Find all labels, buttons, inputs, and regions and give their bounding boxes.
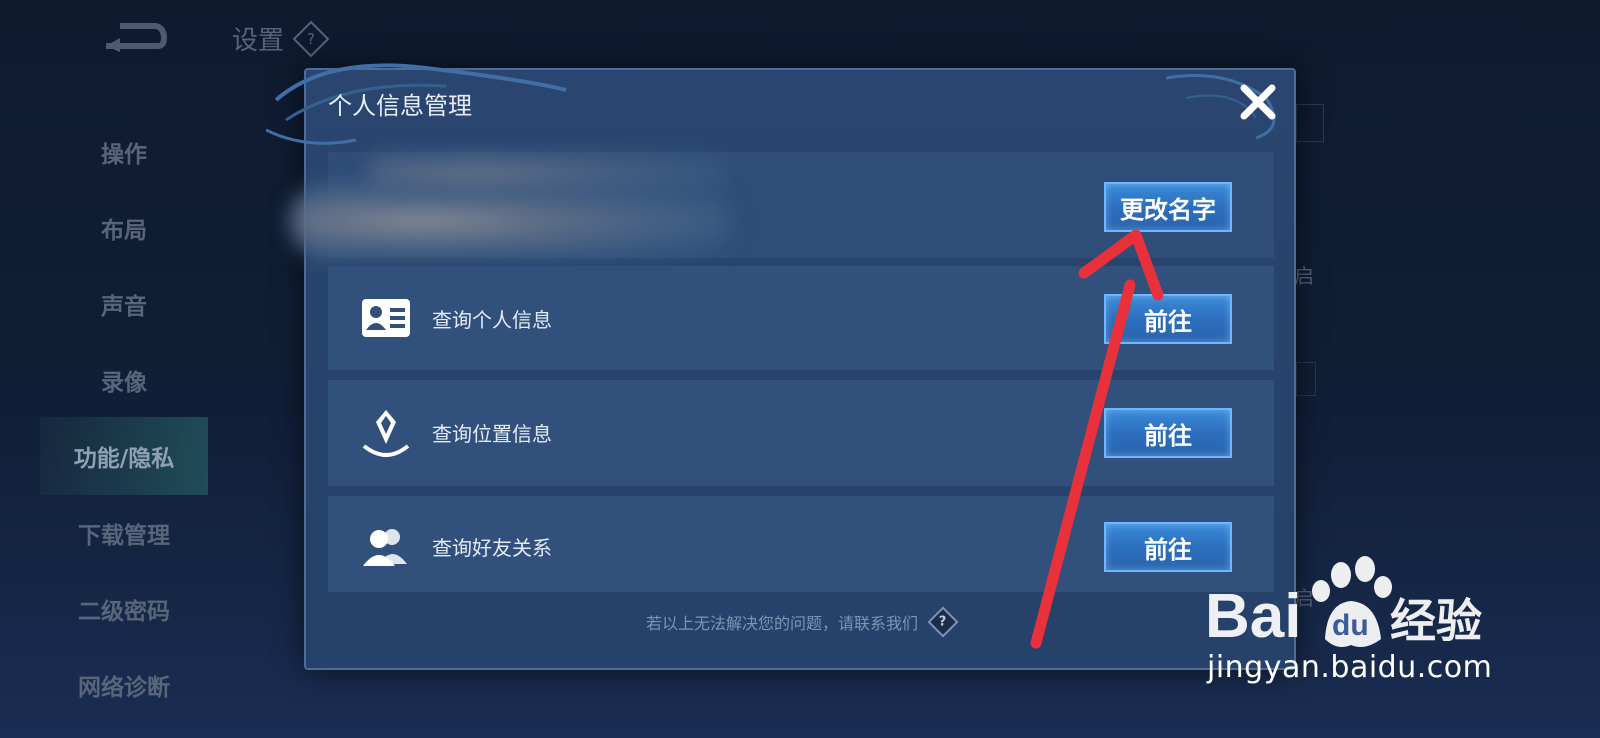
- blurred-player-name: [290, 184, 730, 258]
- settings-title: 设置 ?: [232, 20, 330, 57]
- query-personal-info-row: 查询个人信息 前往: [328, 266, 1274, 370]
- close-icon: [1240, 84, 1276, 120]
- blurred-player-name: [368, 152, 728, 194]
- query-friend-relation-row: 查询好友关系 前往: [328, 496, 1274, 592]
- svg-text:Bai: Bai: [1205, 582, 1301, 651]
- settings-sidebar: 操作 布局 声音 录像 功能/隐私 下载管理 二级密码 网络诊断: [40, 65, 208, 738]
- player-name-row: 更改名字: [290, 152, 1274, 258]
- help-icon[interactable]: ?: [292, 20, 330, 57]
- sidebar-item-network-diagnosis[interactable]: 网络诊断: [40, 655, 208, 715]
- row-label: 查询个人信息: [432, 308, 552, 332]
- dialog-title: 个人信息管理: [328, 92, 472, 120]
- location-pin-icon: [360, 406, 412, 460]
- sidebar-item-layout[interactable]: 布局: [40, 198, 208, 258]
- background-text-fragment: 启: [1294, 264, 1314, 288]
- sidebar-item-downloads[interactable]: 下载管理: [40, 503, 208, 563]
- close-button[interactable]: [1236, 80, 1280, 124]
- sidebar-item-recording[interactable]: 录像: [40, 350, 208, 410]
- sidebar-item-privacy[interactable]: 功能/隐私: [40, 417, 208, 495]
- contact-us-note: 若以上无法解决您的问题，请联系我们 ?: [306, 606, 1294, 638]
- id-card-icon: [360, 294, 412, 342]
- go-button-location-info[interactable]: 前往: [1104, 408, 1232, 458]
- sidebar-item-secondary-password[interactable]: 二级密码: [40, 579, 208, 639]
- sidebar-item-sound[interactable]: 声音: [40, 274, 208, 334]
- background-field: [1296, 104, 1324, 142]
- svg-text:du: du: [1332, 609, 1369, 642]
- sidebar-item-operation[interactable]: 操作: [40, 122, 208, 182]
- help-icon[interactable]: ?: [927, 606, 959, 638]
- back-arrow-icon: [106, 23, 168, 52]
- contact-us-text: 若以上无法解决您的问题，请联系我们: [645, 614, 918, 633]
- change-name-button[interactable]: 更改名字: [1104, 182, 1232, 232]
- watermark-url: jingyan.baidu.com: [1207, 650, 1493, 685]
- row-label: 查询好友关系: [432, 536, 552, 560]
- go-button-personal-info[interactable]: 前往: [1104, 294, 1232, 344]
- back-button[interactable]: [100, 20, 168, 56]
- row-label: 查询位置信息: [432, 422, 552, 446]
- svg-text:经验: 经验: [1390, 594, 1482, 648]
- query-location-info-row: 查询位置信息 前往: [328, 380, 1274, 486]
- personal-info-dialog: 个人信息管理 更改名字 查询个人信息 前往 查询位置信息 前往 查询好友关系 前…: [266, 63, 1296, 670]
- friends-icon: [360, 522, 412, 570]
- background-field: [1296, 362, 1316, 396]
